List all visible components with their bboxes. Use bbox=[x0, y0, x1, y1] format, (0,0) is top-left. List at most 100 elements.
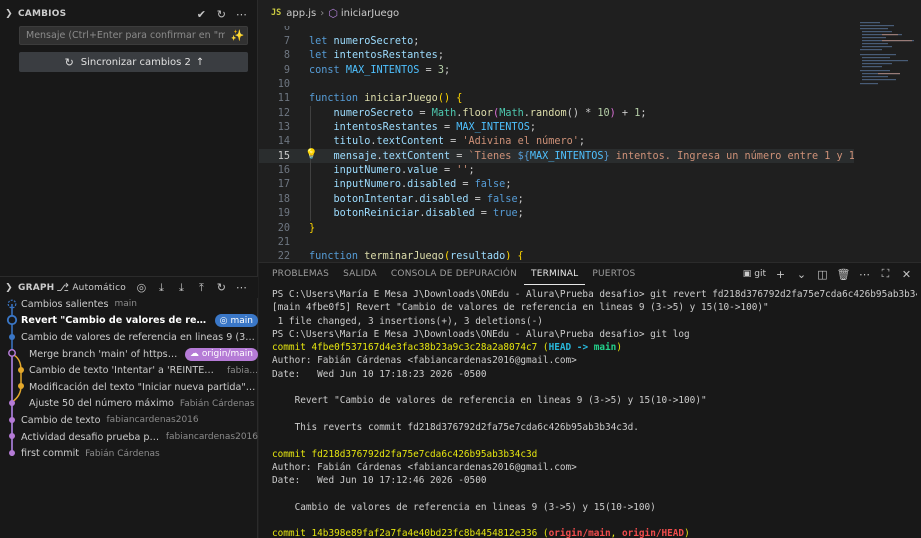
maximize-panel-icon[interactable]: ⛶ bbox=[879, 267, 892, 281]
tab-debug-console[interactable]: CONSOLA DE DEPURACIÓN bbox=[384, 263, 524, 285]
code-line[interactable]: 13 intentosRestantes = MAX_INTENTOS; bbox=[259, 120, 854, 134]
code-text: inputNumero.disabled = false; bbox=[333, 179, 512, 191]
split-terminal-icon[interactable]: ◫ bbox=[816, 268, 829, 281]
code-line[interactable]: 8 let intentosRestantes; bbox=[259, 49, 854, 63]
terminal-selector[interactable]: ▣ git bbox=[743, 269, 766, 279]
line-number: 17 bbox=[277, 179, 290, 191]
badge-label: origin/main bbox=[201, 349, 253, 360]
code-line[interactable]: 15 mensaje.textContent = `Tienes ${MAX_I… bbox=[259, 149, 854, 164]
panel-tabs: PROBLEMAS SALIDA CONSOLA DE DEPURACIÓN T… bbox=[259, 263, 921, 285]
line-number: 18 bbox=[277, 193, 290, 205]
changes-section-header[interactable]: ❯ CAMBIOS ✔ ↻ ⋯ bbox=[0, 3, 258, 25]
commit-message-input[interactable] bbox=[19, 26, 248, 45]
push-icon[interactable]: ⤒ bbox=[195, 281, 208, 294]
sync-changes-button[interactable]: ↻ Sincronizar cambios 2 ↑ bbox=[19, 52, 248, 72]
breadcrumb-file[interactable]: app.js bbox=[286, 8, 316, 19]
graph-item[interactable]: first commit Fabián Cárdenas bbox=[0, 445, 258, 462]
close-icon[interactable]: ✕ bbox=[900, 268, 913, 281]
tab-problems[interactable]: PROBLEMAS bbox=[265, 263, 336, 285]
code-line[interactable]: 11 function iniciarJuego() { bbox=[259, 92, 854, 106]
more-icon[interactable]: ⋯ bbox=[858, 268, 871, 281]
pull-icon[interactable]: ⤓ bbox=[175, 281, 188, 294]
commit-message: Cambios salientes bbox=[21, 298, 109, 310]
breadcrumb-symbol[interactable]: iniciarJuego bbox=[341, 8, 399, 19]
code-editor[interactable]: 6 7 let numeroSecreto; 8 let intentosRestant… bbox=[259, 20, 854, 260]
tab-output[interactable]: SALIDA bbox=[336, 263, 384, 285]
sync-label: Sincronizar cambios 2 bbox=[80, 56, 191, 68]
line-number: 13 bbox=[277, 122, 290, 134]
code-line[interactable]: 20} bbox=[259, 221, 854, 235]
badge-label: main bbox=[230, 315, 254, 326]
source-control-sidebar: ❯ CAMBIOS ✔ ↻ ⋯ ✨ ↻ Sincronizar cambios … bbox=[0, 0, 258, 538]
line-number: 20 bbox=[277, 222, 290, 234]
commit-message: Revert "Cambio de valores de referencia … bbox=[21, 315, 209, 327]
graph-item-outgoing[interactable]: Cambios salientes main bbox=[0, 296, 258, 313]
code-line[interactable]: 18 botonIntentar.disabled = false; bbox=[259, 192, 854, 206]
sparkle-icon[interactable]: ✨ bbox=[231, 29, 245, 42]
graph-section-header[interactable]: ❯ GRAPH ⎇ Automático ◎ ⤓ ⤓ ⤒ ↻ ⋯ bbox=[0, 276, 258, 298]
terminal-line: This reverts commit fd218d376792d2fa75e7… bbox=[272, 421, 639, 433]
chevron-down-icon[interactable]: ❯ bbox=[0, 9, 18, 19]
graph-item-head[interactable]: Revert "Cambio de valores de referencia … bbox=[0, 313, 258, 330]
graph-item-merge[interactable]: Merge branch 'main' of https://gi... ☁ o… bbox=[0, 346, 258, 363]
chevron-down-icon[interactable]: ❯ bbox=[0, 283, 18, 293]
code-line[interactable]: 10 bbox=[259, 77, 854, 91]
function-icon: ⬡ bbox=[328, 6, 338, 20]
code-line[interactable]: 7 let numeroSecreto; bbox=[259, 34, 854, 48]
commit-author: fabia... bbox=[227, 365, 258, 376]
minimap[interactable] bbox=[858, 20, 921, 100]
more-icon[interactable]: ⋯ bbox=[235, 281, 248, 294]
lightbulb-icon[interactable]: 💡 bbox=[305, 149, 317, 160]
line-number: 21 bbox=[277, 236, 290, 248]
code-text: botonIntentar.disabled = false; bbox=[333, 193, 524, 205]
line-number: 15 bbox=[277, 150, 290, 162]
code-line[interactable]: 12 numeroSecreto = Math.floor(Math.rando… bbox=[259, 106, 854, 120]
chevron-down-icon[interactable]: ⌄ bbox=[795, 268, 808, 281]
commit-author: main bbox=[114, 299, 137, 310]
auto-label: Automático bbox=[72, 282, 126, 293]
refresh-icon[interactable]: ↻ bbox=[215, 8, 228, 21]
tab-ports[interactable]: PUERTOS bbox=[585, 263, 642, 285]
terminal-line: [main 4fbe0f5] Revert "Cambio de valores… bbox=[272, 302, 769, 314]
code-text: } bbox=[309, 222, 316, 234]
auto-branch-button[interactable]: ⎇ Automático bbox=[56, 281, 126, 294]
terminal-icon: ▣ bbox=[742, 269, 752, 279]
fetch-icon[interactable]: ⤓ bbox=[155, 281, 168, 294]
code-line[interactable]: 17 inputNumero.disabled = false; bbox=[259, 178, 854, 192]
add-terminal-icon[interactable]: + bbox=[774, 268, 787, 281]
code-line[interactable]: 21 bbox=[259, 235, 854, 249]
cloud-icon: ☁ bbox=[189, 349, 199, 360]
refresh-icon[interactable]: ↻ bbox=[215, 281, 228, 294]
commit-message: Merge branch 'main' of https://gi... bbox=[29, 348, 179, 360]
terminal-line: Author: Fabián Cárdenas <fabiancardenas2… bbox=[272, 355, 577, 367]
commit-message: first commit bbox=[21, 448, 80, 460]
graph-item[interactable]: Cambio de texto 'Intentar' a 'REINTENTAR… bbox=[0, 362, 258, 379]
graph-item[interactable]: Cambio de valores de referencia en linea… bbox=[0, 329, 258, 346]
line-number: 16 bbox=[277, 165, 290, 177]
target-icon[interactable]: ◎ bbox=[135, 281, 148, 294]
graph-item[interactable]: Ajuste 50 del número máximo Fabián Cárde… bbox=[0, 396, 258, 413]
code-line[interactable]: 22 function terminarJuego(resultado) { bbox=[259, 250, 854, 260]
tab-terminal[interactable]: TERMINAL bbox=[524, 263, 586, 285]
graph-item[interactable]: Cambio de texto fabiancardenas2016 bbox=[0, 412, 258, 429]
line-number: 8 bbox=[283, 50, 290, 62]
commit-author: fabiancardenas2016 bbox=[106, 415, 199, 426]
chevron-right-icon: › bbox=[320, 7, 325, 19]
graph-item[interactable]: Actividad desafio prueba piloto fabianca… bbox=[0, 429, 258, 446]
code-line[interactable]: 14 titulo.textContent = 'Adivina el núme… bbox=[259, 135, 854, 149]
trash-icon[interactable]: 🗑 bbox=[837, 268, 851, 281]
code-line[interactable]: 9 const MAX_INTENTOS = 3; bbox=[259, 63, 854, 77]
code-text: function terminarJuego(resultado) { bbox=[309, 251, 524, 260]
code-line[interactable]: 16 inputNumero.value = ''; bbox=[259, 164, 854, 178]
commit-message: Cambio de texto bbox=[21, 414, 101, 426]
terminal-line: commit 14b398e89faf2a7fa4e40bd23fc8b4454… bbox=[272, 528, 690, 538]
more-icon[interactable]: ⋯ bbox=[235, 8, 248, 21]
terminal-output[interactable]: PS C:\Users\María E Mesa J\Downloads\ONE… bbox=[272, 288, 917, 538]
line-number: 14 bbox=[277, 136, 290, 148]
check-icon[interactable]: ✔ bbox=[195, 8, 208, 21]
graph-item[interactable]: Modificación del texto "Iniciar nueva pa… bbox=[0, 379, 258, 396]
code-line[interactable]: 19 botonReiniciar.disabled = true; bbox=[259, 207, 854, 221]
terminal-line: commit fd218d376792d2fa75e7cda6c426b95ab… bbox=[272, 448, 538, 460]
